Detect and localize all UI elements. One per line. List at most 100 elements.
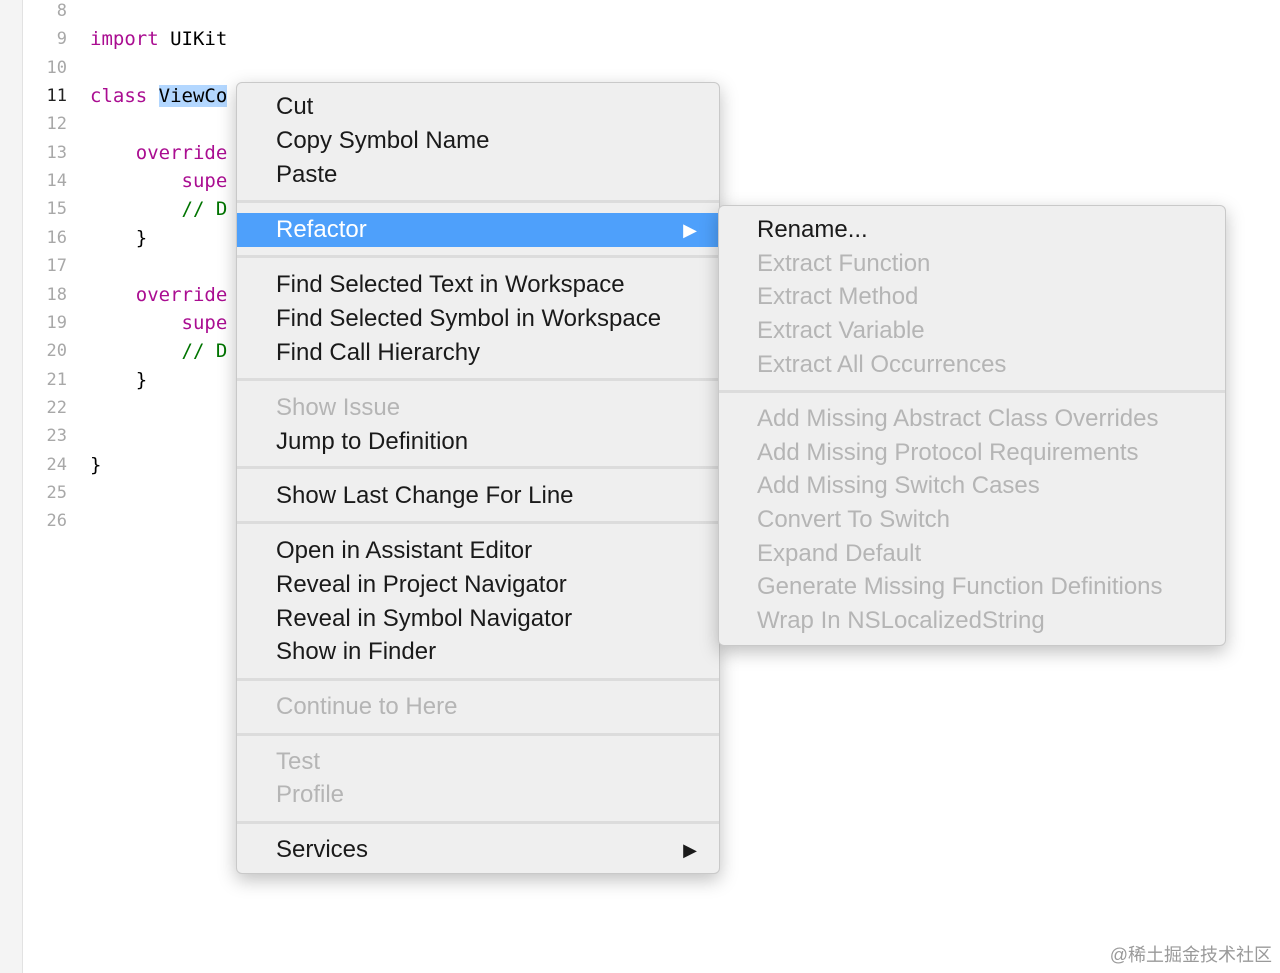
menu-item-label: Generate Missing Function Definitions <box>757 573 1163 600</box>
submenu-item-extract-method: Extract Method <box>719 280 1225 314</box>
code-line[interactable]: 10 <box>0 54 1280 82</box>
line-number: 22 <box>46 397 67 418</box>
line-number: 16 <box>46 227 67 248</box>
menu-item-find-selected-symbol[interactable]: Find Selected Symbol in Workspace <box>237 302 719 336</box>
code-token: } <box>90 453 102 476</box>
menu-item-label: Copy Symbol Name <box>276 127 490 154</box>
submenu-item-convert-to-switch: Convert To Switch <box>719 503 1225 537</box>
menu-item-label: Cut <box>276 93 314 120</box>
menu-item-label: Continue to Here <box>276 693 458 720</box>
code-token: // D <box>90 198 228 221</box>
menu-separator <box>237 733 719 736</box>
code-token: // D <box>90 340 228 363</box>
line-number: 19 <box>46 312 67 333</box>
code-text: override <box>90 139 228 167</box>
line-number: 26 <box>46 511 67 532</box>
line-number: 21 <box>46 369 67 390</box>
menu-item-label: Extract Method <box>757 283 919 310</box>
menu-item-label: Expand Default <box>757 540 922 567</box>
menu-item-show-last-change[interactable]: Show Last Change For Line <box>237 479 719 513</box>
menu-item-cut[interactable]: Cut <box>237 90 719 124</box>
menu-item-label: Paste <box>276 161 338 188</box>
menu-item-open-assistant-editor[interactable]: Open in Assistant Editor <box>237 534 719 568</box>
line-number: 24 <box>46 454 67 475</box>
code-token: supe <box>90 170 228 193</box>
selected-token: ViewCo <box>158 85 228 108</box>
menu-item-copy-symbol-name[interactable]: Copy Symbol Name <box>237 124 719 158</box>
line-number: 13 <box>46 142 67 163</box>
code-token: override <box>90 283 228 306</box>
code-token: } <box>90 368 148 391</box>
line-number: 9 <box>56 29 67 50</box>
line-number: 20 <box>46 341 67 362</box>
menu-item-reveal-symbol-navigator[interactable]: Reveal in Symbol Navigator <box>237 602 719 636</box>
menu-item-label: Refactor <box>276 216 367 243</box>
menu-item-label: Wrap In NSLocalizedString <box>757 607 1045 634</box>
submenu-item-expand-default: Expand Default <box>719 537 1225 571</box>
line-number: 18 <box>46 284 67 305</box>
menu-item-label: Extract Variable <box>757 317 925 344</box>
menu-item-label: Show Issue <box>276 394 401 421</box>
code-token: supe <box>90 311 228 334</box>
code-text: } <box>90 366 147 394</box>
menu-item-show-in-finder[interactable]: Show in Finder <box>237 635 719 669</box>
menu-item-find-call-hierarchy[interactable]: Find Call Hierarchy <box>237 336 719 370</box>
line-number: 8 <box>56 1 67 21</box>
menu-item-show-issue: Show Issue <box>237 391 719 425</box>
line-number: 14 <box>46 171 67 192</box>
submenu-item-rename[interactable]: Rename... <box>719 213 1225 247</box>
submenu-item-add-abstract-overrides: Add Missing Abstract Class Overrides <box>719 402 1225 436</box>
menu-separator <box>719 390 1225 393</box>
menu-item-label: Test <box>276 748 321 775</box>
code-text: // D <box>90 337 228 365</box>
watermark: @稀土掘金技术社区 <box>1109 945 1272 965</box>
refactor-submenu: Rename... Extract Function Extract Metho… <box>718 205 1226 646</box>
menu-item-find-selected-text[interactable]: Find Selected Text in Workspace <box>237 268 719 302</box>
menu-item-label: Add Missing Switch Cases <box>757 472 1040 499</box>
menu-item-refactor[interactable]: Refactor ▶ <box>237 213 719 247</box>
code-text: supe <box>90 167 228 195</box>
submenu-item-add-switch-cases: Add Missing Switch Cases <box>719 469 1225 503</box>
menu-item-label: Show Last Change For Line <box>276 482 574 509</box>
code-text: override <box>90 281 228 309</box>
context-menu: Cut Copy Symbol Name Paste Refactor ▶ Fi… <box>236 82 720 874</box>
menu-separator <box>237 378 719 381</box>
line-number: 11 <box>46 86 67 107</box>
code-text: } <box>90 451 101 479</box>
menu-item-reveal-project-navigator[interactable]: Reveal in Project Navigator <box>237 568 719 602</box>
menu-item-label: Rename... <box>757 216 868 243</box>
menu-item-continue-to-here: Continue to Here <box>237 690 719 724</box>
menu-separator <box>237 255 719 258</box>
line-number: 23 <box>46 426 67 447</box>
menu-separator <box>237 200 719 203</box>
submenu-item-add-protocol-requirements: Add Missing Protocol Requirements <box>719 436 1225 470</box>
menu-item-label: Reveal in Symbol Navigator <box>276 605 573 632</box>
menu-item-paste[interactable]: Paste <box>237 158 719 192</box>
menu-item-label: Convert To Switch <box>757 506 950 533</box>
submenu-item-generate-function-definitions: Generate Missing Function Definitions <box>719 570 1225 604</box>
menu-item-label: Jump to Definition <box>276 428 469 455</box>
menu-item-label: Add Missing Abstract Class Overrides <box>757 405 1159 432</box>
code-token: } <box>90 226 148 249</box>
menu-item-jump-to-definition[interactable]: Jump to Definition <box>237 425 719 459</box>
menu-separator <box>237 466 719 469</box>
line-number: 15 <box>46 199 67 220</box>
menu-item-label: Add Missing Protocol Requirements <box>757 439 1139 466</box>
menu-item-label: Extract All Occurrences <box>757 351 1007 378</box>
line-number: 17 <box>46 256 67 277</box>
menu-item-label: Show in Finder <box>276 638 437 665</box>
menu-item-test: Test <box>237 745 719 779</box>
code-line[interactable]: 8 <box>0 0 1280 25</box>
menu-item-label: Find Call Hierarchy <box>276 339 481 366</box>
code-token: import <box>90 28 159 51</box>
menu-separator <box>237 678 719 681</box>
submenu-arrow-icon: ▶ <box>683 220 697 240</box>
submenu-item-wrap-in-nslocalizedstring: Wrap In NSLocalizedString <box>719 604 1225 638</box>
menu-item-services[interactable]: Services ▶ <box>237 833 719 867</box>
code-line[interactable]: 9 import UIKit <box>0 25 1280 53</box>
code-text: class ViewCo <box>90 82 228 110</box>
menu-item-label: Open in Assistant Editor <box>276 537 533 564</box>
menu-separator <box>237 521 719 524</box>
line-number: 12 <box>46 114 67 135</box>
